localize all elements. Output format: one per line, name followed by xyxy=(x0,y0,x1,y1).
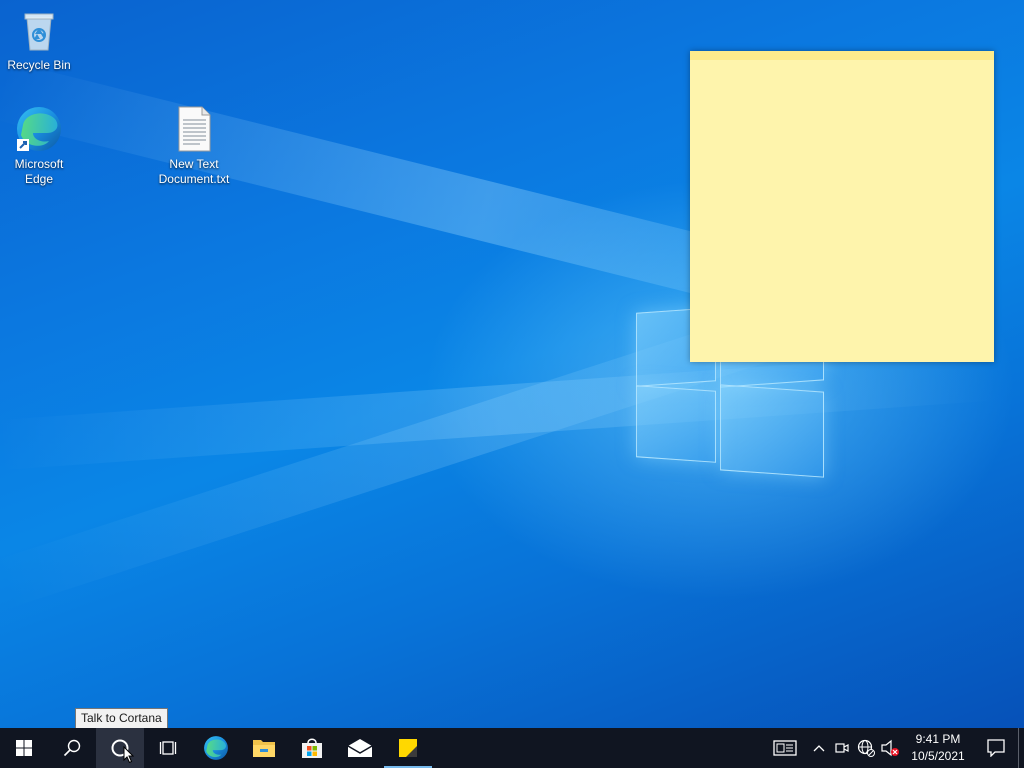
recycle-bin-icon xyxy=(15,6,63,54)
cortana-button[interactable] xyxy=(96,728,144,768)
meet-now-button[interactable] xyxy=(830,728,854,768)
show-hidden-icons-button[interactable] xyxy=(808,728,830,768)
task-view-button[interactable] xyxy=(144,728,192,768)
recycle-bin-shortcut[interactable]: Recycle Bin xyxy=(0,6,79,73)
task-view-icon xyxy=(159,741,177,755)
mouse-cursor-icon xyxy=(123,746,135,764)
meet-now-icon xyxy=(835,743,849,753)
file-explorer-icon xyxy=(253,740,275,757)
cortana-tooltip: Talk to Cortana xyxy=(75,708,168,728)
sticky-note-header[interactable] xyxy=(690,51,994,60)
notification-icon xyxy=(987,739,1005,757)
sticky-note-window[interactable] xyxy=(690,51,994,362)
edge-taskbar-button[interactable] xyxy=(192,728,240,768)
chevron-up-icon xyxy=(813,745,825,752)
microsoft-edge-shortcut[interactable]: Microsoft Edge xyxy=(0,105,79,187)
start-button[interactable] xyxy=(0,728,48,768)
text-document-shortcut[interactable]: New Text Document.txt xyxy=(154,105,234,187)
taskbar: 9:41 PM 10/5/2021 xyxy=(0,728,1024,768)
action-center-button[interactable] xyxy=(974,728,1018,768)
search-icon xyxy=(63,739,81,757)
clock-time: 9:41 PM xyxy=(915,732,961,746)
clock-button[interactable]: 9:41 PM 10/5/2021 xyxy=(902,731,974,765)
volume-button[interactable] xyxy=(878,728,902,768)
show-desktop-button[interactable] xyxy=(1018,728,1024,768)
volume-muted-icon xyxy=(881,739,899,757)
text-document-label: New Text Document.txt xyxy=(158,157,230,186)
network-button[interactable] xyxy=(854,728,878,768)
mail-icon xyxy=(347,739,373,757)
microsoft-edge-label: Microsoft Edge xyxy=(14,157,64,186)
microsoft-store-icon xyxy=(302,738,322,758)
news-icon xyxy=(773,740,797,756)
globe-network-icon xyxy=(857,739,875,757)
file-explorer-button[interactable] xyxy=(240,728,288,768)
text-file-icon xyxy=(170,105,218,153)
search-button[interactable] xyxy=(48,728,96,768)
news-and-interests-button[interactable] xyxy=(768,728,802,768)
edge-icon xyxy=(15,105,63,153)
mail-button[interactable] xyxy=(336,728,384,768)
microsoft-store-button[interactable] xyxy=(288,728,336,768)
recycle-bin-label: Recycle Bin xyxy=(7,58,71,72)
sticky-notes-button[interactable] xyxy=(384,728,432,768)
sticky-notes-icon xyxy=(399,739,417,757)
desktop-background[interactable]: Recycle Bin Microsoft Edge New Text Docu… xyxy=(0,0,1024,728)
windows-start-icon xyxy=(16,740,32,756)
edge-icon xyxy=(204,736,228,760)
clock-date: 10/5/2021 xyxy=(911,749,965,763)
system-tray: 9:41 PM 10/5/2021 xyxy=(768,728,1024,768)
